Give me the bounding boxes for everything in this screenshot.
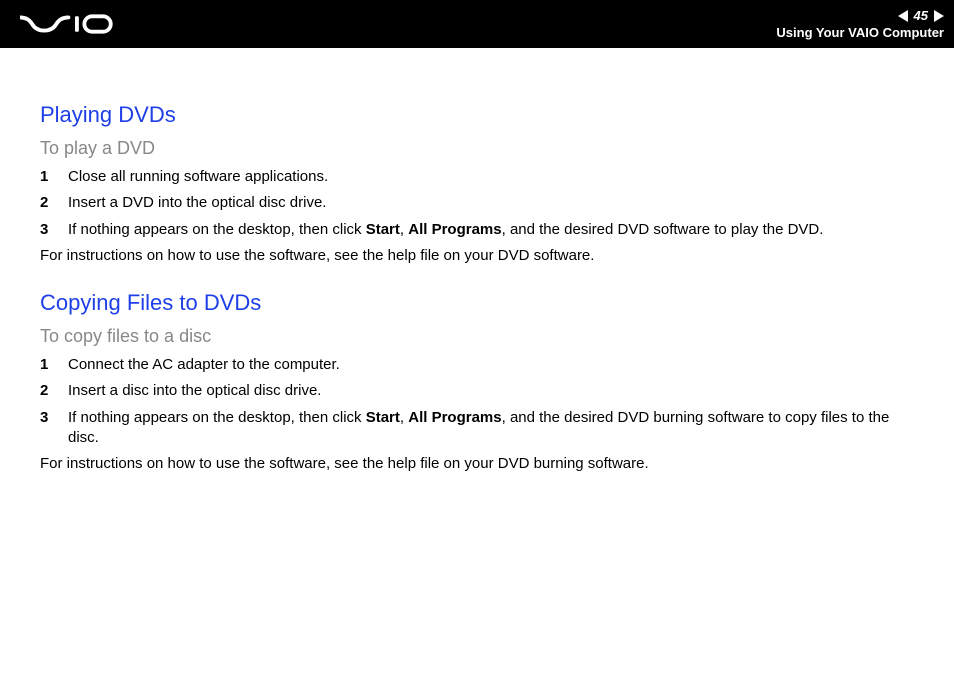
step-number: 2 — [40, 193, 68, 213]
vaio-logo — [20, 0, 130, 48]
step-text-sep: , — [400, 221, 408, 238]
section-note: For instructions on how to use the softw… — [40, 454, 914, 474]
step-text: Close all running software applications. — [68, 167, 914, 187]
step-text-pre: If nothing appears on the desktop, then … — [68, 221, 366, 238]
section-subtitle: To play a DVD — [40, 138, 914, 159]
step-text-bold: Start — [366, 221, 400, 238]
step-item: 3 If nothing appears on the desktop, the… — [40, 220, 914, 240]
step-list: 1 Connect the AC adapter to the computer… — [40, 355, 914, 448]
section-label: Using Your VAIO Computer — [776, 25, 944, 40]
section-subtitle: To copy files to a disc — [40, 326, 914, 347]
step-text: If nothing appears on the desktop, then … — [68, 408, 914, 449]
step-item: 1 Close all running software application… — [40, 167, 914, 187]
header-nav-block: 45 Using Your VAIO Computer — [776, 8, 944, 40]
step-text: Insert a DVD into the optical disc drive… — [68, 193, 914, 213]
step-list: 1 Close all running software application… — [40, 167, 914, 240]
page-content: Playing DVDs To play a DVD 1 Close all r… — [0, 48, 954, 474]
step-item: 3 If nothing appears on the desktop, the… — [40, 408, 914, 449]
step-number: 1 — [40, 167, 68, 187]
step-text-post: , and the desired DVD software to play t… — [502, 221, 824, 238]
step-text: Insert a disc into the optical disc driv… — [68, 381, 914, 401]
step-text-pre: If nothing appears on the desktop, then … — [68, 409, 366, 426]
page-header: 45 Using Your VAIO Computer — [0, 0, 954, 48]
step-text: If nothing appears on the desktop, then … — [68, 220, 914, 240]
step-number: 3 — [40, 220, 68, 240]
section-note: For instructions on how to use the softw… — [40, 246, 914, 266]
step-number: 3 — [40, 408, 68, 428]
step-text-bold: All Programs — [408, 221, 501, 238]
section-title: Copying Files to DVDs — [40, 290, 914, 316]
next-page-arrow-icon[interactable] — [934, 10, 944, 22]
step-item: 2 Insert a DVD into the optical disc dri… — [40, 193, 914, 213]
step-item: 2 Insert a disc into the optical disc dr… — [40, 381, 914, 401]
step-number: 2 — [40, 381, 68, 401]
page-nav: 45 — [898, 8, 944, 23]
prev-page-arrow-icon[interactable] — [898, 10, 908, 22]
page-number: 45 — [914, 8, 928, 23]
step-text-bold: All Programs — [408, 409, 501, 426]
step-number: 1 — [40, 355, 68, 375]
section-title: Playing DVDs — [40, 102, 914, 128]
step-text-bold: Start — [366, 409, 400, 426]
step-text-sep: , — [400, 409, 408, 426]
step-text: Connect the AC adapter to the computer. — [68, 355, 914, 375]
step-item: 1 Connect the AC adapter to the computer… — [40, 355, 914, 375]
